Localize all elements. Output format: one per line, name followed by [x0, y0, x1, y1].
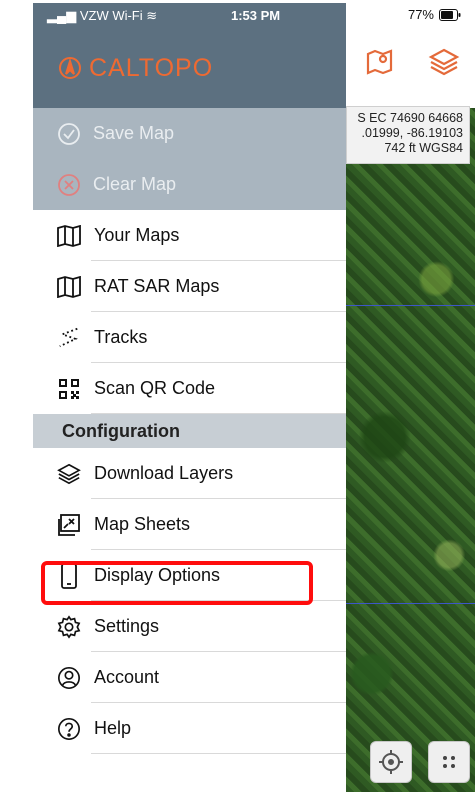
side-menu: CALTOPO Save Map Clear Map Your Maps RAT… — [33, 28, 346, 792]
battery-icon — [439, 8, 461, 21]
coordinate-line-1: S EC 74690 64668 — [357, 111, 463, 125]
check-circle-icon — [58, 122, 80, 145]
tracks-icon — [57, 326, 81, 350]
coordinate-readout: S EC 74690 64668 .01999, -86.19103 742 f… — [346, 106, 470, 164]
menu-item-settings[interactable]: Settings — [33, 601, 346, 652]
menu-item-label: Your Maps — [94, 225, 180, 245]
gear-icon — [57, 614, 81, 639]
map-sheets-icon — [57, 513, 81, 537]
map-grid-line — [346, 305, 475, 306]
signal-icon: ▂▄▆ — [47, 8, 80, 23]
menu-item-label: Settings — [94, 616, 160, 636]
map-grid-line — [346, 603, 475, 604]
menu-item-rat-sar-maps[interactable]: RAT SAR Maps — [33, 261, 346, 312]
menu-item-label: Account — [94, 667, 160, 687]
map-toolbar — [346, 28, 475, 108]
battery-indicator: 77% — [408, 7, 461, 22]
display-options-highlight — [41, 561, 313, 605]
menu-item-label: Map Sheets — [94, 514, 191, 534]
dots-grid-icon — [443, 756, 455, 768]
coordinate-line-3: 742 ft WGS84 — [384, 141, 463, 155]
status-bar: ▂▄▆ VZW Wi-Fi ≋ 1:53 PM 77% — [33, 3, 475, 28]
menu-item-label: RAT SAR Maps — [94, 276, 220, 296]
menu-item-label: Help — [94, 718, 132, 738]
x-circle-icon — [58, 173, 80, 196]
coordinate-line-2: .01999, -86.19103 — [361, 126, 463, 140]
map-icon — [57, 275, 81, 299]
menu-item-your-maps[interactable]: Your Maps — [33, 210, 346, 261]
clear-map-label: Clear Map — [93, 174, 177, 194]
locate-button[interactable] — [370, 741, 412, 783]
status-time: 1:53 PM — [231, 8, 281, 23]
menu-item-help[interactable]: Help — [33, 703, 346, 754]
menu-item-label: Scan QR Code — [94, 378, 216, 398]
brand-header: CALTOPO — [33, 28, 346, 108]
menu-item-label: Download Layers — [94, 463, 234, 483]
menu-item-scan-qr-code[interactable]: Scan QR Code — [33, 363, 346, 414]
battery-percent: 77% — [407, 7, 434, 22]
menu-item-download-layers[interactable]: Download Layers — [33, 448, 346, 499]
wifi-icon: ≋ — [146, 8, 158, 23]
menu-item-label: Tracks — [94, 327, 148, 347]
clear-map-button[interactable]: Clear Map — [33, 159, 346, 210]
map-marker-icon[interactable] — [365, 46, 397, 78]
section-header-configuration: Configuration — [33, 414, 346, 448]
layers-icon — [57, 462, 81, 486]
more-options-button[interactable] — [428, 741, 470, 783]
qr-code-icon — [57, 377, 81, 401]
brand-name: CALTOPO — [89, 53, 214, 82]
help-icon — [57, 717, 81, 741]
map-icon — [57, 224, 81, 248]
caltopo-logo-icon — [59, 57, 81, 79]
menu-item-tracks[interactable]: Tracks — [33, 312, 346, 363]
menu-item-account[interactable]: Account — [33, 652, 346, 703]
phone-screen: S EC 74690 64668 .01999, -86.19103 742 f… — [33, 3, 475, 792]
save-map-label: Save Map — [93, 123, 175, 143]
layers-icon[interactable] — [428, 46, 460, 78]
carrier-label: ▂▄▆ VZW Wi-Fi ≋ — [47, 8, 158, 23]
menu-item-map-sheets[interactable]: Map Sheets — [33, 499, 346, 550]
crosshair-icon — [379, 750, 403, 774]
save-map-button[interactable]: Save Map — [33, 108, 346, 159]
account-icon — [57, 666, 81, 690]
